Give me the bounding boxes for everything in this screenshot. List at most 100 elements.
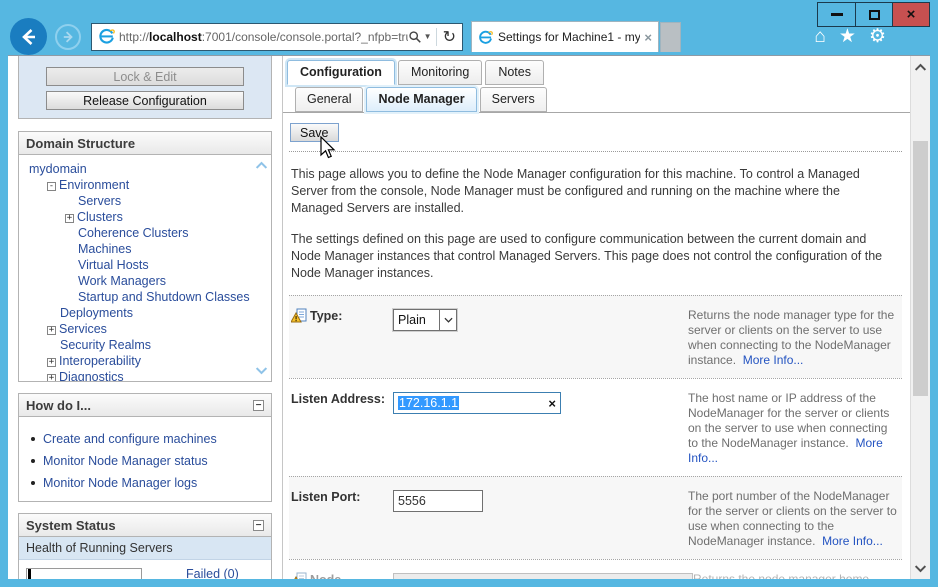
- search-icon[interactable]: [408, 30, 422, 44]
- listen-address-value: 172.16.1.1: [398, 396, 459, 410]
- tree-item-environment[interactable]: -Environment: [27, 177, 251, 193]
- tree-link-startup-and-shutdown-classes[interactable]: Startup and Shutdown Classes: [78, 290, 250, 304]
- listen-port-label: Listen Port:: [291, 489, 393, 549]
- tree-item-servers[interactable]: Servers: [27, 193, 251, 209]
- expand-node-icon[interactable]: +: [47, 326, 56, 335]
- domain-tree: mydomain-EnvironmentServers+ClustersCohe…: [19, 155, 271, 381]
- tab-monitoring[interactable]: Monitoring: [398, 60, 482, 85]
- tree-link-virtual-hosts[interactable]: Virtual Hosts: [78, 258, 149, 272]
- refresh-icon[interactable]: ↻: [443, 27, 456, 47]
- expand-node-icon[interactable]: +: [47, 358, 56, 367]
- release-configuration-button[interactable]: Release Configuration: [46, 91, 244, 110]
- tree-link-environment[interactable]: Environment: [59, 178, 129, 192]
- status-link-failed-0[interactable]: Failed (0): [186, 567, 239, 579]
- scrollbar-down-icon[interactable]: [911, 559, 930, 577]
- new-tab-stub[interactable]: [660, 22, 681, 52]
- listen-address-help: The host name or IP address of the NodeM…: [688, 391, 900, 466]
- tree-item-coherence-clusters[interactable]: Coherence Clusters: [27, 225, 251, 241]
- tab-close-icon[interactable]: ×: [644, 30, 652, 45]
- how-do-i-link-monitor-node-manager-status[interactable]: Monitor Node Manager status: [43, 454, 208, 469]
- tree-item-mydomain[interactable]: mydomain: [27, 161, 251, 177]
- address-bar[interactable]: http://localhost:7001/console/console.po…: [91, 23, 463, 51]
- how-do-i-item: Monitor Node Manager logs: [29, 476, 265, 491]
- browser-toolbar: http://localhost:7001/console/console.po…: [0, 18, 938, 55]
- tree-item-startup-and-shutdown-classes[interactable]: Startup and Shutdown Classes: [27, 289, 251, 305]
- status-bar: [26, 568, 142, 580]
- subtab-servers[interactable]: Servers: [480, 87, 547, 112]
- scrollbar-up-icon[interactable]: [911, 58, 930, 76]
- listen-address-input[interactable]: 172.16.1.1 ×: [393, 392, 561, 414]
- search-dropdown-caret-icon[interactable]: ▼: [424, 32, 432, 41]
- settings-gear-icon[interactable]: ⚙: [869, 27, 886, 46]
- window-border: [0, 55, 8, 579]
- type-row: Type: Plain Returns the node manager typ…: [289, 295, 902, 378]
- scroll-up-icon[interactable]: [255, 161, 268, 170]
- tree-item-diagnostics[interactable]: +Diagnostics: [27, 369, 251, 381]
- window-border: [0, 579, 938, 587]
- favorites-star-icon[interactable]: ★: [839, 27, 856, 46]
- tree-item-deployments[interactable]: Deployments: [27, 305, 251, 321]
- intro-paragraph-2: The settings defined on this page are us…: [291, 231, 891, 282]
- clear-input-icon[interactable]: ×: [548, 397, 556, 410]
- listen-port-row: Listen Port: 5556 The port number of the…: [289, 476, 902, 559]
- tree-link-coherence-clusters[interactable]: Coherence Clusters: [78, 226, 188, 240]
- intro-paragraph-1: This page allows you to define the Node …: [291, 166, 891, 217]
- node-manager-home-help: Returns the node manager home directory …: [693, 572, 905, 579]
- scrollbar-thumb[interactable]: [913, 141, 928, 396]
- listen-port-input[interactable]: 5556: [393, 490, 483, 512]
- tree-link-machines[interactable]: Machines: [78, 242, 132, 256]
- restart-required-icon: [291, 572, 307, 579]
- tree-item-machines[interactable]: Machines: [27, 241, 251, 257]
- tree-link-diagnostics[interactable]: Diagnostics: [59, 370, 124, 381]
- how-do-i-panel: How do I... − Create and configure machi…: [18, 393, 272, 502]
- more-info-link[interactable]: More Info...: [743, 353, 804, 367]
- tree-link-work-managers[interactable]: Work Managers: [78, 274, 166, 288]
- tree-link-servers[interactable]: Servers: [78, 194, 121, 208]
- tab-configuration[interactable]: Configuration: [287, 60, 395, 85]
- collapse-icon[interactable]: −: [253, 520, 264, 531]
- tree-link-clusters[interactable]: Clusters: [77, 210, 123, 224]
- tree-link-interoperability[interactable]: Interoperability: [59, 354, 141, 368]
- tree-item-work-managers[interactable]: Work Managers: [27, 273, 251, 289]
- type-help: Returns the node manager type for the se…: [688, 308, 900, 368]
- vertical-scrollbar[interactable]: [910, 56, 930, 579]
- how-do-i-link-create-and-configure-machines[interactable]: Create and configure machines: [43, 432, 217, 447]
- mouse-cursor: [319, 136, 337, 160]
- collapse-node-icon[interactable]: -: [47, 182, 56, 191]
- select-chevron-down-icon: [439, 310, 456, 330]
- tree-item-clusters[interactable]: +Clusters: [27, 209, 251, 225]
- node-manager-home-label: Node Manager Home:: [291, 572, 393, 579]
- primary-tabs: ConfigurationMonitoringNotes: [283, 56, 910, 85]
- subtab-node-manager[interactable]: Node Manager: [366, 87, 476, 112]
- lock-and-edit-button[interactable]: Lock & Edit: [46, 67, 244, 86]
- tree-item-virtual-hosts[interactable]: Virtual Hosts: [27, 257, 251, 273]
- tree-scrollbar[interactable]: [254, 161, 268, 375]
- tree-item-interoperability[interactable]: +Interoperability: [27, 353, 251, 369]
- subtab-general[interactable]: General: [295, 87, 363, 112]
- type-select[interactable]: Plain: [393, 309, 457, 331]
- minimize-icon: [831, 13, 843, 16]
- collapse-icon[interactable]: −: [253, 400, 264, 411]
- more-info-link[interactable]: More Info...: [822, 534, 883, 548]
- home-icon[interactable]: ⌂: [814, 27, 825, 46]
- status-row: Failed (0): [26, 567, 264, 579]
- tree-item-security-realms[interactable]: Security Realms: [27, 337, 251, 353]
- type-select-value: Plain: [394, 313, 439, 327]
- tree-link-mydomain[interactable]: mydomain: [29, 162, 87, 176]
- tree-link-deployments[interactable]: Deployments: [60, 306, 133, 320]
- back-button[interactable]: [10, 18, 47, 55]
- domain-structure-title: Domain Structure: [26, 136, 135, 151]
- how-do-i-item: Create and configure machines: [29, 432, 265, 447]
- forward-button[interactable]: [55, 24, 81, 50]
- system-status-title: System Status: [26, 518, 116, 533]
- tree-link-services[interactable]: Services: [59, 322, 107, 336]
- browser-tab[interactable]: Settings for Machine1 - my... ×: [471, 21, 659, 52]
- expand-node-icon[interactable]: +: [65, 214, 74, 223]
- how-do-i-link-monitor-node-manager-logs[interactable]: Monitor Node Manager logs: [43, 476, 197, 491]
- tree-item-services[interactable]: +Services: [27, 321, 251, 337]
- tree-link-security-realms[interactable]: Security Realms: [60, 338, 151, 352]
- tab-notes[interactable]: Notes: [485, 60, 544, 85]
- scroll-down-icon[interactable]: [255, 366, 268, 375]
- listen-address-label: Listen Address:: [291, 391, 393, 466]
- expand-node-icon[interactable]: +: [47, 374, 56, 381]
